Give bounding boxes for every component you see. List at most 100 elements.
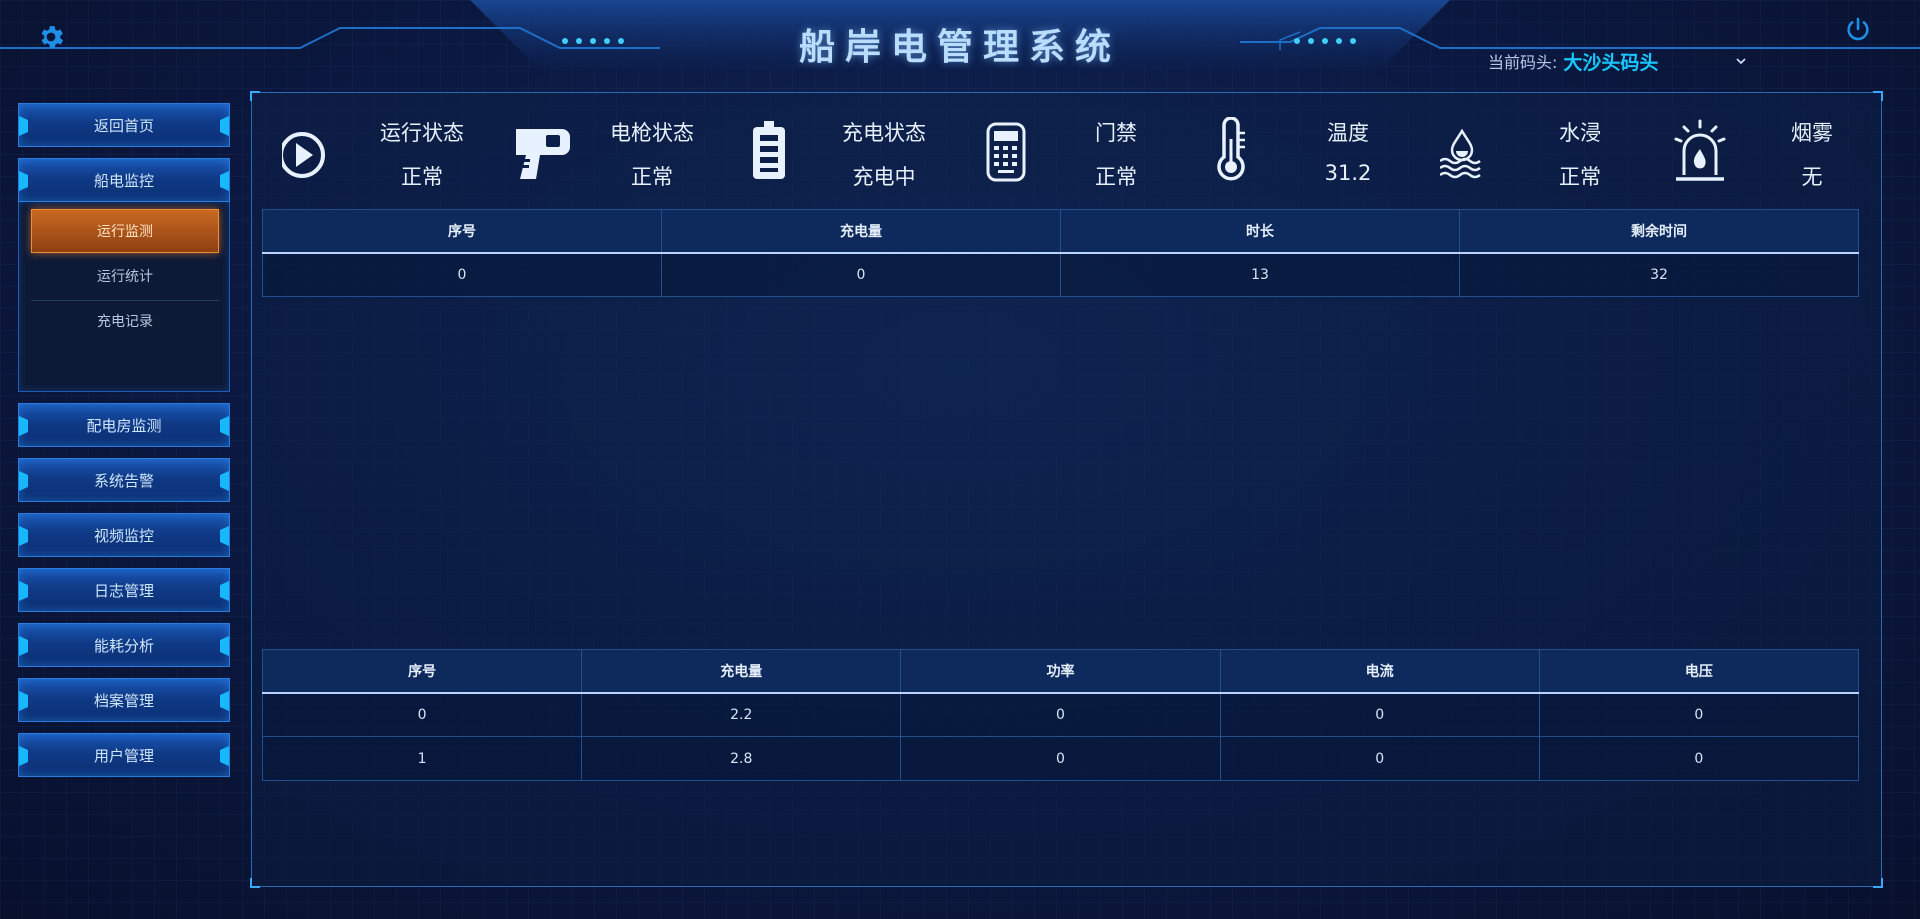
sidebar-item-alarms[interactable]: 系统告警 (18, 458, 230, 502)
play-circle-icon (282, 132, 325, 178)
access-control-icon (986, 122, 1026, 182)
pier-value: 大沙头码头 (1563, 51, 1659, 74)
sidebar-item-video[interactable]: 视频监控 (18, 513, 230, 557)
tab-marker (19, 416, 28, 436)
table-row: 0 0 13 32 (262, 252, 1859, 297)
tab-marker (19, 581, 28, 601)
column-header: 充电量 (581, 649, 902, 694)
status-bar: 运行状态 正常 电枪状态 正常 充电状态 充电中 门禁 正常 温度 31.2 水… (282, 111, 1862, 191)
sidebar-item-label: 档案管理 (93, 691, 154, 710)
tab-marker (19, 691, 28, 711)
column-header: 时长 (1060, 209, 1460, 254)
sidebar-item-power-room[interactable]: 配电房监测 (18, 403, 230, 447)
tab-marker (220, 746, 229, 766)
status-label: 充电状态 (842, 121, 926, 145)
tab-marker (220, 471, 229, 491)
sidebar-item-label: 用户管理 (93, 746, 154, 765)
submenu-item-charge-records[interactable]: 充电记录 (31, 299, 219, 343)
status-value: 正常 (631, 165, 673, 189)
status-charging: 充电状态 充电中 (744, 111, 964, 191)
status-label: 电枪状态 (610, 121, 694, 145)
status-gun: 电枪状态 正常 (512, 111, 732, 191)
column-header: 序号 (262, 209, 662, 254)
submenu: 运行监测 运行统计 充电记录 (18, 202, 230, 392)
pier-label: 当前码头: (1488, 53, 1558, 72)
charging-gun-icon (516, 129, 570, 179)
table-cell: 0 (1219, 736, 1540, 781)
status-label: 温度 (1327, 121, 1369, 145)
table-cell: 0 (261, 692, 583, 737)
pier-dropdown[interactable]: 大沙头码头 (1563, 48, 1748, 75)
chevron-down-icon (1736, 58, 1746, 65)
table-cell: 32 (1459, 252, 1859, 297)
tab-marker (19, 526, 28, 546)
battery-icon (753, 121, 785, 179)
table-header-row: 序号 充电量 时长 剩余时间 (262, 209, 1859, 254)
thermometer-icon (1217, 117, 1245, 181)
panel-corner (1873, 91, 1883, 101)
table-cell: 0 (262, 252, 662, 297)
sidebar-item-label: 视频监控 (93, 526, 154, 545)
sidebar-item-energy[interactable]: 能耗分析 (18, 623, 230, 667)
status-value: 正常 (401, 165, 443, 189)
status-label: 水浸 (1559, 121, 1601, 145)
status-value: 无 (1801, 165, 1823, 189)
pier-selector: 当前码头: 大沙头码头 (1488, 48, 1748, 74)
column-header: 功率 (900, 649, 1221, 694)
status-label: 门禁 (1095, 121, 1137, 145)
column-header: 序号 (261, 649, 583, 694)
status-label: 烟雾 (1791, 121, 1833, 145)
sidebar: 返回首页 船电监控 运行监测 运行统计 充电记录 配电房监测 系统告警 视频监控… (18, 103, 230, 788)
tab-marker (220, 636, 229, 656)
power-icon[interactable] (1844, 16, 1872, 44)
table-cell: 0 (1538, 736, 1860, 781)
table-cell: 13 (1060, 252, 1460, 297)
column-header: 剩余时间 (1459, 209, 1859, 254)
status-label: 运行状态 (380, 121, 464, 145)
submenu-item-run-stats[interactable]: 运行统计 (31, 254, 219, 298)
tab-marker (19, 636, 28, 656)
tab-marker (220, 526, 229, 546)
submenu-item-run-monitor[interactable]: 运行监测 (31, 209, 219, 253)
sidebar-item-users[interactable]: 用户管理 (18, 733, 230, 777)
charging-session-table: 序号 充电量 时长 剩余时间 0 0 13 32 (262, 209, 1859, 297)
status-smoke: 烟雾 无 (1672, 111, 1862, 191)
status-run: 运行状态 正常 (282, 111, 502, 191)
table-cell: 0 (661, 252, 1061, 297)
sidebar-item-archives[interactable]: 档案管理 (18, 678, 230, 722)
table-cell: 2.8 (581, 736, 902, 781)
tab-marker (19, 171, 28, 191)
tab-marker (19, 471, 28, 491)
status-value: 正常 (1559, 165, 1601, 189)
table-row: 1 2.8 0 0 0 (261, 736, 1860, 781)
sidebar-item-ship-power-monitor[interactable]: 船电监控 (18, 158, 230, 202)
status-water: 水浸 正常 (1440, 111, 1660, 191)
column-header: 充电量 (661, 209, 1061, 254)
table-cell: 0 (1538, 692, 1860, 737)
smoke-alarm-icon (1674, 119, 1726, 181)
sidebar-item-label: 船电监控 (93, 171, 154, 190)
charging-detail-table: 序号 充电量 功率 电流 电压 0 2.2 0 0 0 1 2.8 0 0 0 (261, 649, 1860, 781)
panel-corner (1873, 878, 1883, 888)
tab-marker (220, 171, 229, 191)
water-immersion-icon (1440, 128, 1481, 179)
sidebar-item-logs[interactable]: 日志管理 (18, 568, 230, 612)
panel-corner (250, 91, 260, 101)
column-header: 电压 (1538, 649, 1860, 694)
status-value: 31.2 (1324, 161, 1372, 185)
tab-marker (220, 581, 229, 601)
status-temperature: 温度 31.2 (1208, 111, 1428, 191)
tab-marker (220, 416, 229, 436)
tab-marker (19, 746, 28, 766)
status-access: 门禁 正常 (976, 111, 1196, 191)
gear-icon[interactable] (36, 22, 66, 52)
sidebar-item-label: 能耗分析 (93, 636, 154, 655)
sidebar-item-home[interactable]: 返回首页 (18, 103, 230, 147)
status-value: 充电中 (852, 165, 916, 189)
table-cell: 0 (900, 692, 1221, 737)
table-cell: 2.2 (581, 692, 902, 737)
header: 船岸电管理系统 当前码头: 大沙头码头 (0, 0, 1920, 80)
sidebar-item-label: 配电房监测 (86, 416, 162, 435)
panel-corner (250, 878, 260, 888)
table-cell: 0 (1219, 692, 1540, 737)
